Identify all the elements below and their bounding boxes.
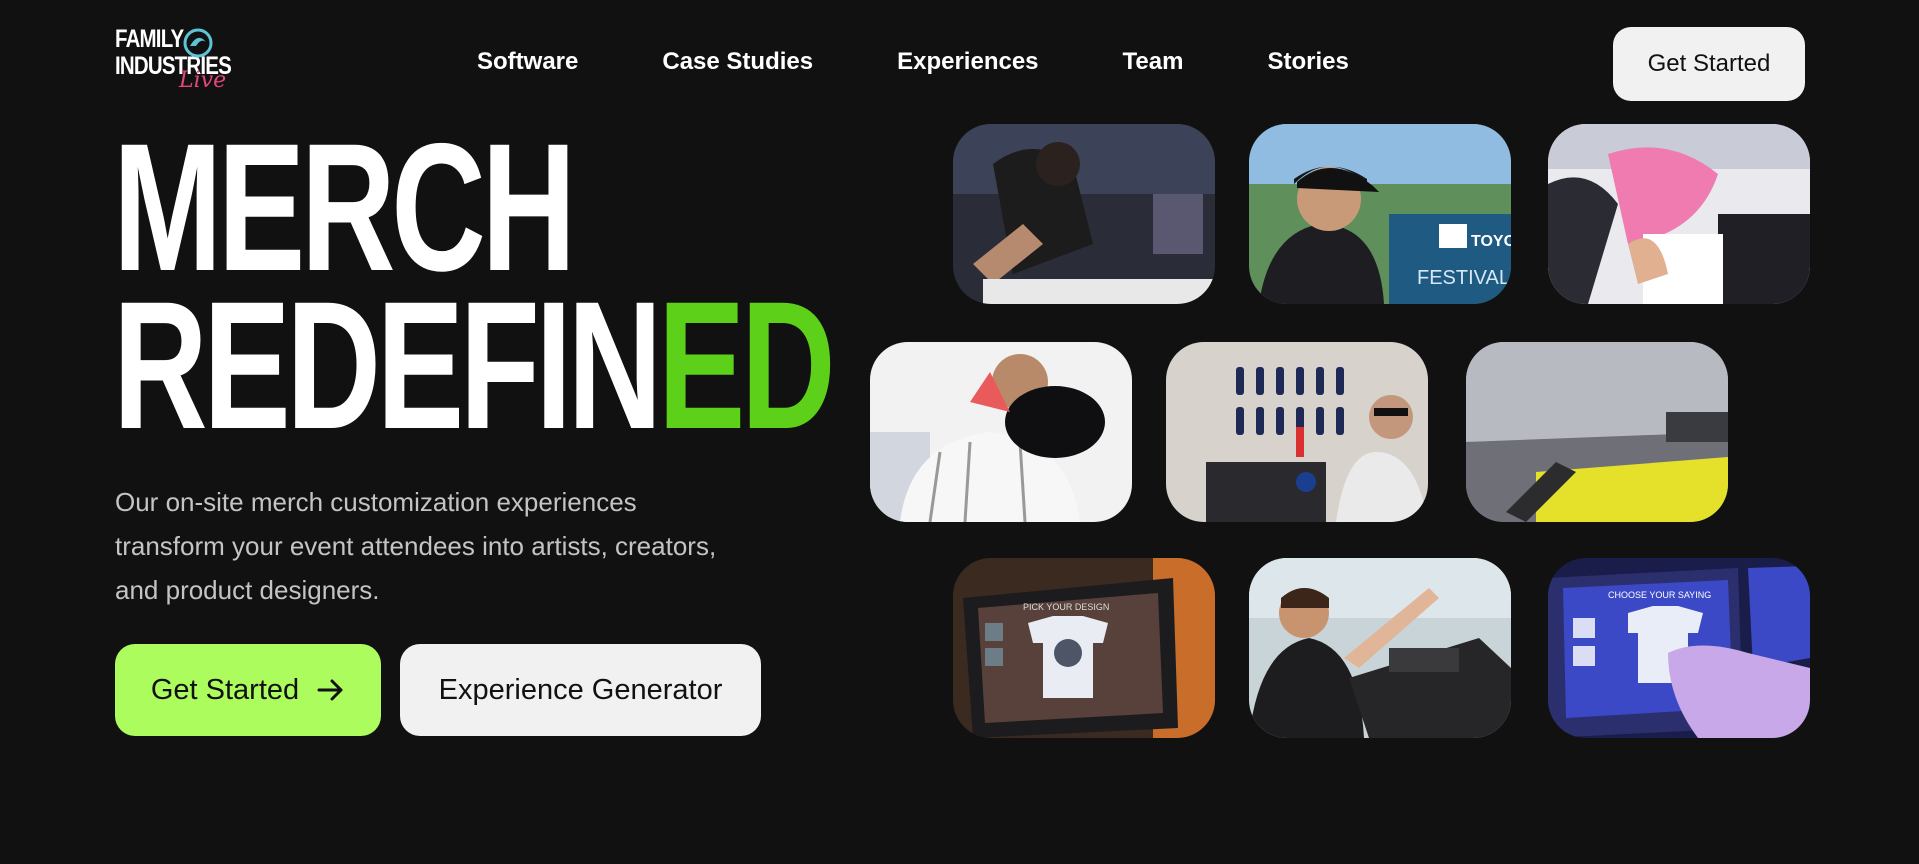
touchscreen-text: CHOOSE YOUR SAYING — [1608, 590, 1711, 600]
kiosk-screen-text: PICK YOUR DESIGN — [1023, 602, 1109, 612]
festival-sign-text: FESTIVAL — [1417, 267, 1510, 289]
gallery-photo-thread-wall — [1166, 342, 1428, 522]
nav-item-stories[interactable]: Stories — [1267, 48, 1348, 76]
header-get-started-button[interactable]: Get Started — [1613, 27, 1805, 101]
hero-title-line2: REDEFINED — [113, 274, 836, 456]
gallery-photo-heat-press — [1249, 558, 1511, 738]
dragon-mascot-icon — [183, 28, 213, 58]
gallery-photo-screen-printing — [1466, 342, 1728, 522]
nav-item-software[interactable]: Software — [477, 48, 578, 76]
main-navigation: Software Case Studies Experiences Team S… — [477, 48, 1349, 76]
get-started-button-label: Get Started — [150, 673, 300, 706]
hero-title-line2-main: REDEFIN — [113, 263, 662, 467]
gallery-photo-design-kiosk: PICK YOUR DESIGN — [953, 558, 1215, 738]
gallery-photo-festival-booth: TOYOT FESTIVAL — [1249, 124, 1511, 304]
gallery-photo-touchscreen-choice: CHOOSE YOUR SAYING — [1548, 558, 1810, 738]
gallery-photo-pink-sewing — [1548, 124, 1810, 304]
hero-title-line2-accent: ED — [657, 263, 836, 467]
nav-item-experiences[interactable]: Experiences — [897, 48, 1038, 76]
gallery-photo-printing-artist — [953, 124, 1215, 304]
nav-item-case-studies[interactable]: Case Studies — [662, 48, 813, 76]
arrow-right-icon — [317, 679, 343, 701]
family-industries-logo[interactable]: FAMILY INDUSTRIES Live — [115, 26, 235, 100]
logo-script-text: Live — [179, 68, 227, 93]
gallery-photo-bucket-hat — [870, 342, 1132, 522]
hero-subtitle: Our on-site merch customization experien… — [115, 487, 717, 605]
landing-page: FAMILY INDUSTRIES Live Software Case Stu… — [0, 0, 1919, 864]
nav-item-team[interactable]: Team — [1123, 48, 1184, 76]
booth-sign-text: TOYOT — [1471, 233, 1511, 250]
get-started-button[interactable]: Get Started — [115, 644, 381, 736]
experience-generator-button[interactable]: Experience Generator — [400, 644, 761, 736]
